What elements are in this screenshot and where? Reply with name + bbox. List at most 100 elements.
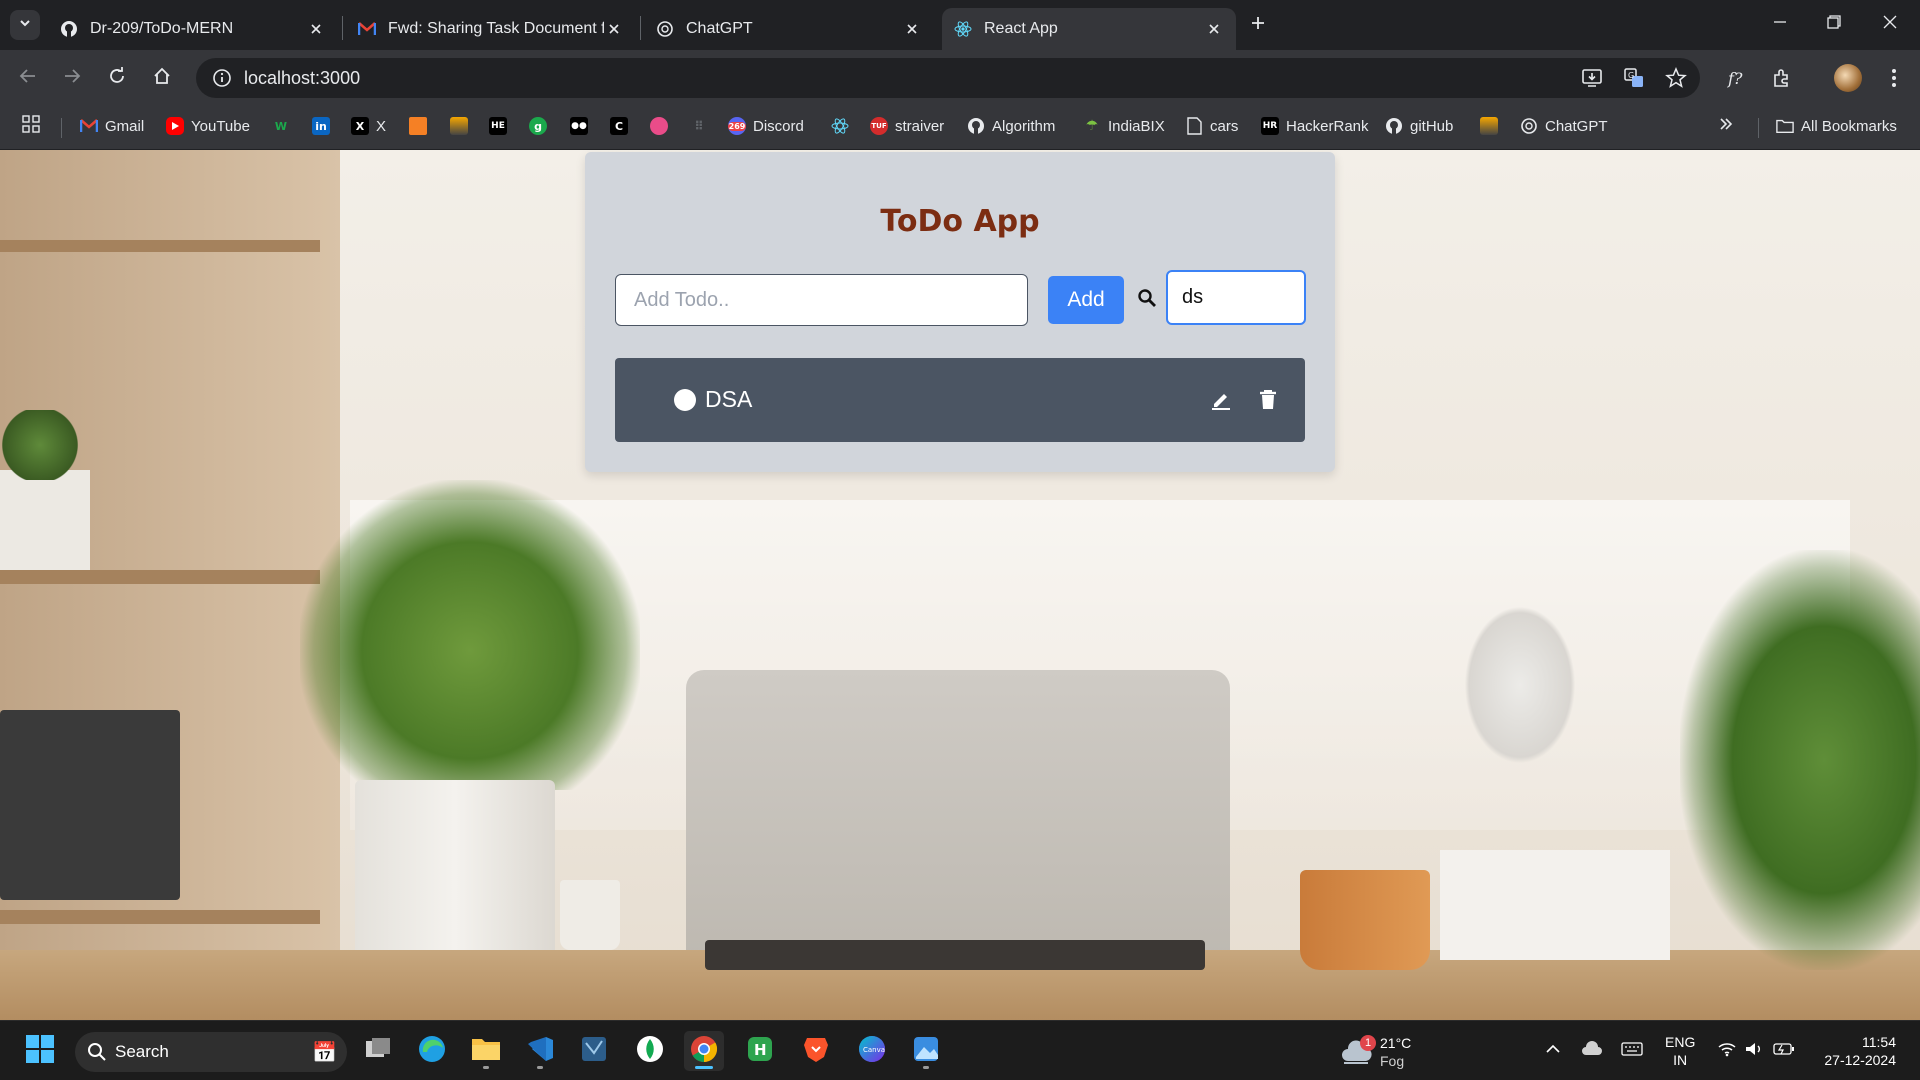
- bookmark-indiabix[interactable]: ☂ IndiaBIX: [1083, 106, 1165, 146]
- arrow-right-icon: [63, 67, 81, 90]
- plus-icon: [1250, 15, 1266, 36]
- taskbar-canva[interactable]: Canva: [852, 1031, 892, 1071]
- language-indicator[interactable]: ENG IN: [1665, 1033, 1695, 1069]
- bookmark-react[interactable]: [831, 106, 856, 146]
- taskbar-chrome[interactable]: [684, 1031, 724, 1071]
- bookmark-stack-2[interactable]: [1480, 106, 1505, 146]
- url-text: localhost:3000: [244, 67, 361, 88]
- green-icon: g: [529, 117, 547, 135]
- tray-keyboard[interactable]: [1620, 1039, 1644, 1063]
- bookmark-label: X: [376, 117, 387, 135]
- taskbar-app-blue[interactable]: [574, 1031, 614, 1071]
- formula-extension-icon[interactable]: f?: [1722, 64, 1750, 92]
- react-icon: [831, 117, 849, 135]
- extensions-icon[interactable]: [1768, 64, 1796, 92]
- bookmark-orange[interactable]: [409, 106, 434, 146]
- bookmark-github[interactable]: gitHub: [1385, 106, 1453, 146]
- close-window-button[interactable]: [1862, 0, 1918, 48]
- close-icon[interactable]: [1204, 19, 1224, 39]
- menu-icon[interactable]: [1880, 64, 1908, 92]
- todo-item: DSA: [615, 358, 1305, 442]
- taskbar-edge[interactable]: [412, 1031, 452, 1071]
- site-info-icon[interactable]: [202, 58, 242, 98]
- tab-github[interactable]: Dr-209/ToDo-MERN: [48, 8, 338, 50]
- bookmark-discord[interactable]: 269 Discord: [727, 106, 804, 146]
- running-indicator: [537, 1066, 543, 1069]
- install-app-icon[interactable]: [1578, 64, 1606, 92]
- apps-button[interactable]: [22, 106, 40, 146]
- add-todo-input[interactable]: [615, 274, 1028, 326]
- start-button[interactable]: [20, 1031, 60, 1071]
- taskbar-mongodb[interactable]: [630, 1031, 670, 1071]
- reload-button[interactable]: [103, 64, 131, 92]
- tab-search-button[interactable]: [10, 10, 40, 40]
- taskbar-brave[interactable]: [796, 1031, 836, 1071]
- bookmark-linkedin[interactable]: in: [312, 106, 337, 146]
- star-icon[interactable]: [1662, 64, 1690, 92]
- weather-widget[interactable]: 1 21°C Fog: [1340, 1031, 1411, 1073]
- tab-gmail[interactable]: Fwd: Sharing Task Document fo: [346, 8, 636, 50]
- bookmark-algorithm[interactable]: Algorithm: [967, 106, 1055, 146]
- tray-overflow-button[interactable]: [1541, 1039, 1565, 1063]
- tab-react-app[interactable]: React App: [942, 8, 1236, 50]
- taskbar-vscode[interactable]: [520, 1031, 560, 1071]
- bookmark-green[interactable]: g: [529, 106, 554, 146]
- home-button[interactable]: [148, 64, 176, 92]
- taskbar-search[interactable]: Search 📅: [75, 1032, 347, 1072]
- bookmark-straiver[interactable]: TUF straiver: [870, 106, 944, 146]
- bookmark-label: Gmail: [105, 117, 145, 135]
- add-button[interactable]: Add: [1048, 276, 1124, 324]
- taskbar-photos[interactable]: [906, 1031, 946, 1071]
- bookmark-w[interactable]: W: [272, 106, 297, 146]
- bookmark-medium[interactable]: ●●: [570, 106, 595, 146]
- bookmark-label: straiver: [895, 117, 945, 135]
- tab-strip: Dr-209/ToDo-MERN Fwd: Sharing Task Docum…: [0, 0, 1920, 50]
- new-tab-button[interactable]: [1244, 11, 1272, 39]
- bookmark-c[interactable]: C: [610, 106, 635, 146]
- gmail-icon: [80, 117, 98, 135]
- minimize-button[interactable]: [1752, 0, 1808, 48]
- taskbar-file-explorer[interactable]: [466, 1031, 506, 1071]
- restore-button[interactable]: [1806, 0, 1862, 48]
- back-button[interactable]: [14, 64, 42, 92]
- bookmark-dribbble[interactable]: [650, 106, 675, 146]
- tray-onedrive[interactable]: [1580, 1039, 1604, 1063]
- weather-temperature: 21°C: [1380, 1035, 1412, 1051]
- clock[interactable]: 11:54 27-12-2024: [1812, 1033, 1896, 1069]
- edit-icon[interactable]: [1209, 388, 1233, 412]
- background-pencil-cup: [1300, 870, 1430, 970]
- taskbar-h-app[interactable]: H: [740, 1031, 780, 1071]
- todo-checkbox[interactable]: [674, 389, 696, 411]
- tray-wifi[interactable]: [1715, 1039, 1739, 1063]
- profile-avatar[interactable]: [1834, 64, 1862, 92]
- bookmark-hackerrank[interactable]: HR HackerRank: [1261, 106, 1369, 146]
- tab-title: React App: [984, 20, 1058, 37]
- bookmark-youtube[interactable]: YouTube: [166, 106, 250, 146]
- delete-icon[interactable]: [1256, 388, 1280, 412]
- tray-volume[interactable]: [1742, 1039, 1766, 1063]
- search-input[interactable]: [1166, 270, 1306, 325]
- close-icon[interactable]: [902, 19, 922, 39]
- tray-battery[interactable]: [1772, 1039, 1796, 1063]
- taskbar-task-view[interactable]: [358, 1031, 398, 1071]
- bookmark-chatgpt[interactable]: ChatGPT: [1520, 106, 1608, 146]
- more-bookmarks-button[interactable]: [1718, 106, 1734, 146]
- close-icon[interactable]: [306, 19, 326, 39]
- background-shelf-board: [0, 910, 320, 924]
- tab-title: ChatGPT: [686, 20, 753, 37]
- bookmark-stack[interactable]: [450, 106, 475, 146]
- translate-icon[interactable]: G: [1620, 64, 1648, 92]
- blue-app-icon: [580, 1035, 608, 1068]
- bookmark-x[interactable]: X X: [351, 106, 386, 146]
- forward-button[interactable]: [58, 64, 86, 92]
- bookmark-cars[interactable]: cars: [1185, 106, 1238, 146]
- h-app-icon: H: [746, 1035, 774, 1068]
- bookmark-grid[interactable]: ⠿: [690, 106, 715, 146]
- bookmark-gmail[interactable]: Gmail: [80, 106, 144, 146]
- address-bar[interactable]: localhost:3000 G: [196, 58, 1700, 98]
- all-bookmarks-button[interactable]: All Bookmarks: [1776, 106, 1897, 146]
- close-icon[interactable]: [604, 19, 624, 39]
- background-shelf-board: [0, 240, 320, 252]
- bookmark-hackerearth[interactable]: HE: [489, 106, 514, 146]
- tab-chatgpt[interactable]: ChatGPT: [644, 8, 934, 50]
